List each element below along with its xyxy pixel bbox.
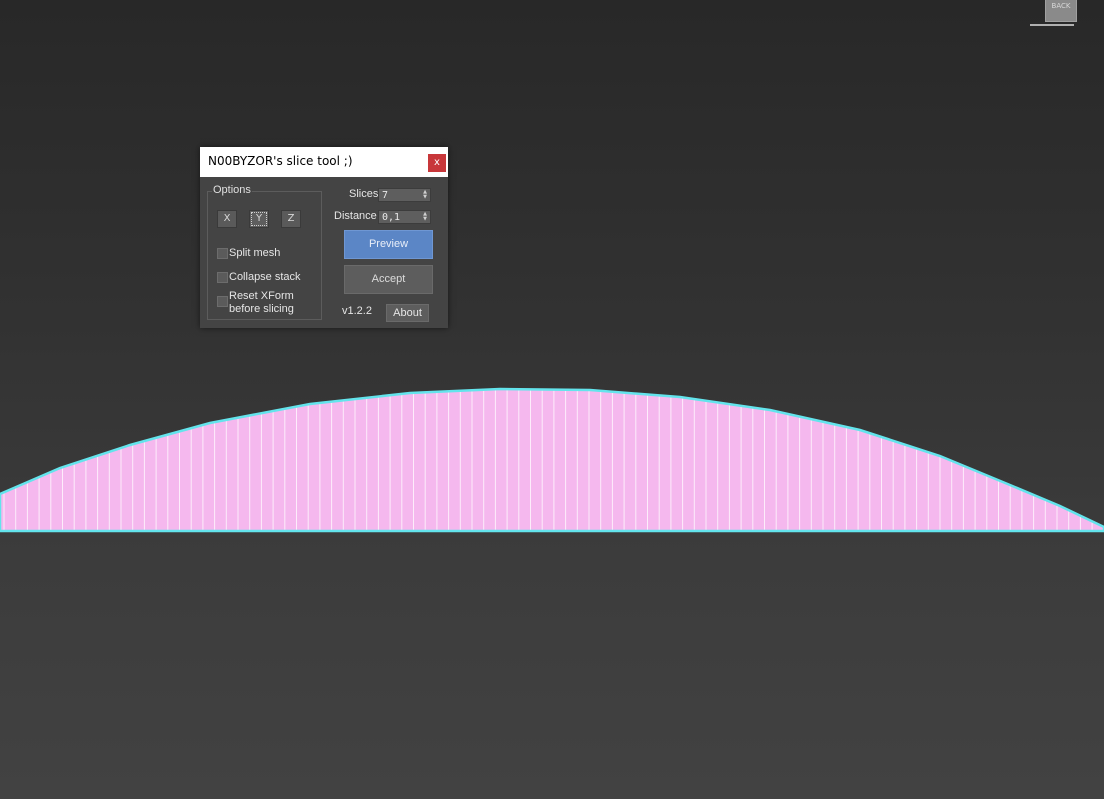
viewcube-face-label: BACK (1051, 2, 1071, 10)
collapse-stack-label: Collapse stack (229, 271, 301, 283)
reset-xform-checkbox[interactable] (217, 296, 228, 307)
spinner-arrows-icon[interactable]: ▲ ▼ (422, 190, 428, 201)
reset-xform-label-line2: before slicing (229, 303, 294, 315)
distance-value: 0,1 (382, 212, 401, 223)
dialog-title: N00BYZOR's slice tool ;) (208, 154, 353, 168)
split-mesh-label: Split mesh (229, 247, 281, 259)
slices-spinner[interactable]: 7 ▲ ▼ (378, 188, 431, 202)
close-button[interactable]: x (428, 154, 446, 172)
close-icon: x (434, 157, 440, 168)
axis-z-button[interactable]: Z (281, 210, 301, 228)
collapse-stack-checkbox[interactable] (217, 272, 228, 283)
sliced-mesh[interactable] (0, 389, 1104, 531)
options-group-label: Options (212, 184, 252, 196)
slices-value: 7 (382, 190, 389, 201)
version-label: v1.2.2 (342, 305, 372, 317)
distance-spinner[interactable]: 0,1 ▲ ▼ (378, 210, 431, 224)
distance-label: Distance (334, 210, 377, 222)
preview-button[interactable]: Preview (344, 230, 433, 259)
accept-button[interactable]: Accept (344, 265, 433, 294)
about-button[interactable]: About (386, 304, 429, 322)
spinner-arrows-icon[interactable]: ▲ ▼ (422, 212, 428, 223)
slices-label: Slices (349, 188, 379, 200)
split-mesh-checkbox[interactable] (217, 248, 228, 259)
viewcube-base (1030, 24, 1074, 26)
viewcube[interactable]: BACK (1045, 0, 1077, 22)
axis-x-button[interactable]: X (217, 210, 237, 228)
reset-xform-label-line1: Reset XForm (229, 290, 294, 302)
slice-tool-dialog: N00BYZOR's slice tool ;) x Options X Y Z… (200, 147, 448, 328)
axis-y-button[interactable]: Y (249, 210, 269, 228)
dialog-titlebar[interactable]: N00BYZOR's slice tool ;) x (200, 147, 448, 177)
viewport[interactable] (0, 0, 1104, 799)
